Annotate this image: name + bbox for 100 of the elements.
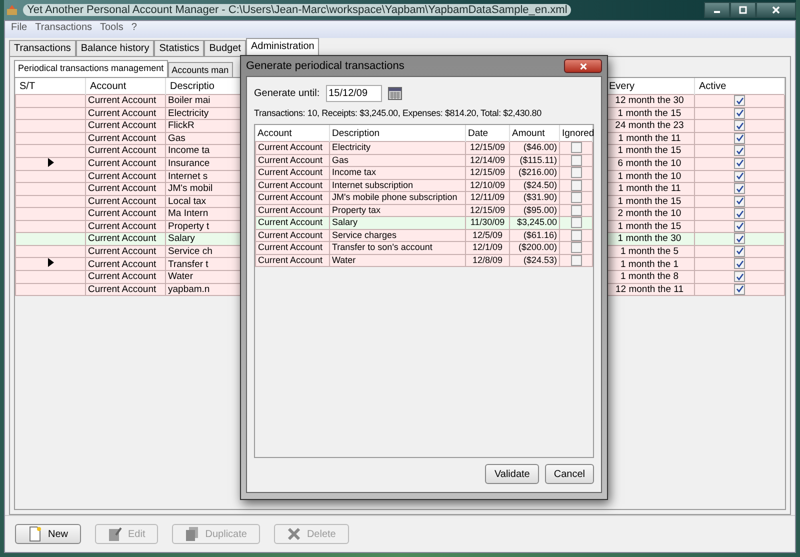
checkbox[interactable]	[734, 183, 745, 194]
window-title: Yet Another Personal Account Manager - C:\Users\Jean-Marc\workspace\Yapbam\YapbamDataSample_en.xml	[23, 4, 572, 16]
column-header[interactable]: Amount	[510, 125, 560, 142]
table-cell: Current Account	[256, 204, 330, 216]
checkbox[interactable]	[734, 208, 745, 220]
dialog-title: Generate periodical transactions	[246, 60, 404, 72]
table-cell: ($46.00)	[510, 142, 560, 154]
checkbox[interactable]	[734, 258, 745, 270]
table-cell: 12/15/09	[466, 166, 510, 179]
summary-text: Transactions: 10, Receipts: $3,245.00, Expenses: $814.20, Total: $2,430.80	[254, 108, 542, 118]
tab[interactable]: Budget	[204, 40, 246, 56]
tab[interactable]: Periodical transactions management	[14, 60, 168, 77]
table-cell: 12/14/09	[466, 154, 510, 166]
dialog-button[interactable]: Validate	[485, 464, 539, 484]
table-cell: ($24.50)	[510, 179, 560, 192]
table-cell: Current Account	[86, 258, 166, 270]
table-cell: Internet subscription	[330, 179, 466, 192]
checkbox[interactable]	[570, 192, 582, 204]
table-cell: Electricity	[330, 142, 466, 154]
table-cell: Gas	[330, 154, 466, 166]
checkbox[interactable]	[734, 120, 745, 132]
checkbox[interactable]	[734, 145, 745, 156]
menu-item[interactable]: Tools	[100, 22, 124, 37]
table-cell: Salary	[330, 216, 466, 229]
column-header[interactable]: Date	[466, 125, 510, 142]
checkbox[interactable]	[734, 132, 745, 144]
table-cell: 12/8/09	[466, 254, 510, 266]
new-document-icon	[28, 526, 42, 542]
checkbox[interactable]	[570, 242, 582, 254]
close-icon	[578, 62, 588, 70]
checkbox[interactable]	[734, 271, 745, 282]
checkbox[interactable]	[570, 204, 582, 216]
checkbox[interactable]	[570, 167, 582, 178]
checkbox[interactable]	[570, 154, 582, 166]
checkbox[interactable]	[734, 246, 745, 257]
column-header[interactable]: Active	[694, 78, 784, 94]
column-header[interactable]: S/T	[16, 78, 86, 94]
maximize-icon	[738, 5, 748, 15]
table-cell: Current Account	[86, 107, 166, 120]
table-cell: Current Account	[86, 245, 166, 258]
column-header[interactable]: Account	[86, 78, 166, 94]
tab[interactable]: Statistics	[154, 40, 204, 56]
tab[interactable]: Accounts man	[168, 62, 233, 77]
checkbox[interactable]	[734, 284, 745, 295]
table-cell: ($115.11)	[510, 154, 560, 166]
checkbox[interactable]	[734, 108, 745, 119]
table-cell: Transfer to son's account	[330, 242, 466, 254]
checkbox[interactable]	[734, 196, 745, 207]
table-cell: Current Account	[86, 220, 166, 232]
table-cell: Current Account	[86, 283, 166, 296]
checkbox[interactable]	[570, 230, 582, 241]
table-cell: ($61.16)	[510, 229, 560, 242]
table-cell: Current Account	[86, 232, 166, 245]
column-header[interactable]: Account	[256, 125, 330, 142]
checkbox[interactable]	[734, 170, 745, 182]
table-cell: ($200.00)	[510, 242, 560, 254]
checkbox[interactable]	[570, 254, 582, 266]
table-cell: Income tax	[330, 166, 466, 179]
table-cell: Property tax	[330, 204, 466, 216]
table-cell: 12/15/09	[466, 204, 510, 216]
table-cell: Current Account	[256, 192, 330, 204]
checkbox[interactable]	[570, 180, 582, 191]
menu-item[interactable]: File	[11, 22, 28, 37]
checkbox[interactable]	[734, 233, 745, 244]
checkbox[interactable]	[734, 158, 745, 169]
maximize-button[interactable]	[730, 2, 756, 18]
menu-item[interactable]: Transactions	[35, 22, 92, 37]
close-button[interactable]	[756, 2, 796, 18]
checkbox[interactable]	[734, 220, 745, 232]
table-cell: 11/30/09	[466, 216, 510, 229]
close-button[interactable]	[564, 59, 602, 73]
minimize-button[interactable]	[704, 2, 730, 18]
table-cell: Current Account	[256, 142, 330, 154]
delete-icon	[286, 527, 301, 541]
table-cell: 12/5/09	[466, 229, 510, 242]
table-cell: Current Account	[256, 166, 330, 179]
calendar-icon[interactable]	[388, 87, 402, 100]
menu-item[interactable]: ?	[131, 22, 137, 37]
tab[interactable]: Transactions	[9, 40, 76, 56]
table-cell: Current Account	[86, 182, 166, 195]
column-header[interactable]: Ignored	[560, 125, 592, 142]
table-cell: Current Account	[86, 94, 166, 107]
checkbox[interactable]	[570, 217, 582, 228]
tab[interactable]: Administration	[246, 38, 320, 56]
table-cell: Service charges	[330, 229, 466, 242]
table-cell: $3,245.00	[510, 216, 560, 229]
column-header[interactable]: Description	[330, 125, 466, 142]
action-button[interactable]: New	[15, 524, 82, 544]
dialog-button[interactable]: Cancel	[544, 464, 594, 484]
table-cell: ($31.90)	[510, 192, 560, 204]
tab[interactable]: Balance history	[76, 40, 154, 56]
table-cell: Current Account	[86, 208, 166, 220]
date-field[interactable]: 15/12/09	[326, 85, 382, 102]
table-cell: 12/11/09	[466, 192, 510, 204]
table-cell: Current Account	[86, 195, 166, 208]
checkbox[interactable]	[734, 95, 745, 106]
checkbox[interactable]	[570, 142, 582, 154]
table-cell: 12/10/09	[466, 179, 510, 192]
table-cell: Current Account	[86, 132, 166, 144]
table-cell: 12/1/09	[466, 242, 510, 254]
